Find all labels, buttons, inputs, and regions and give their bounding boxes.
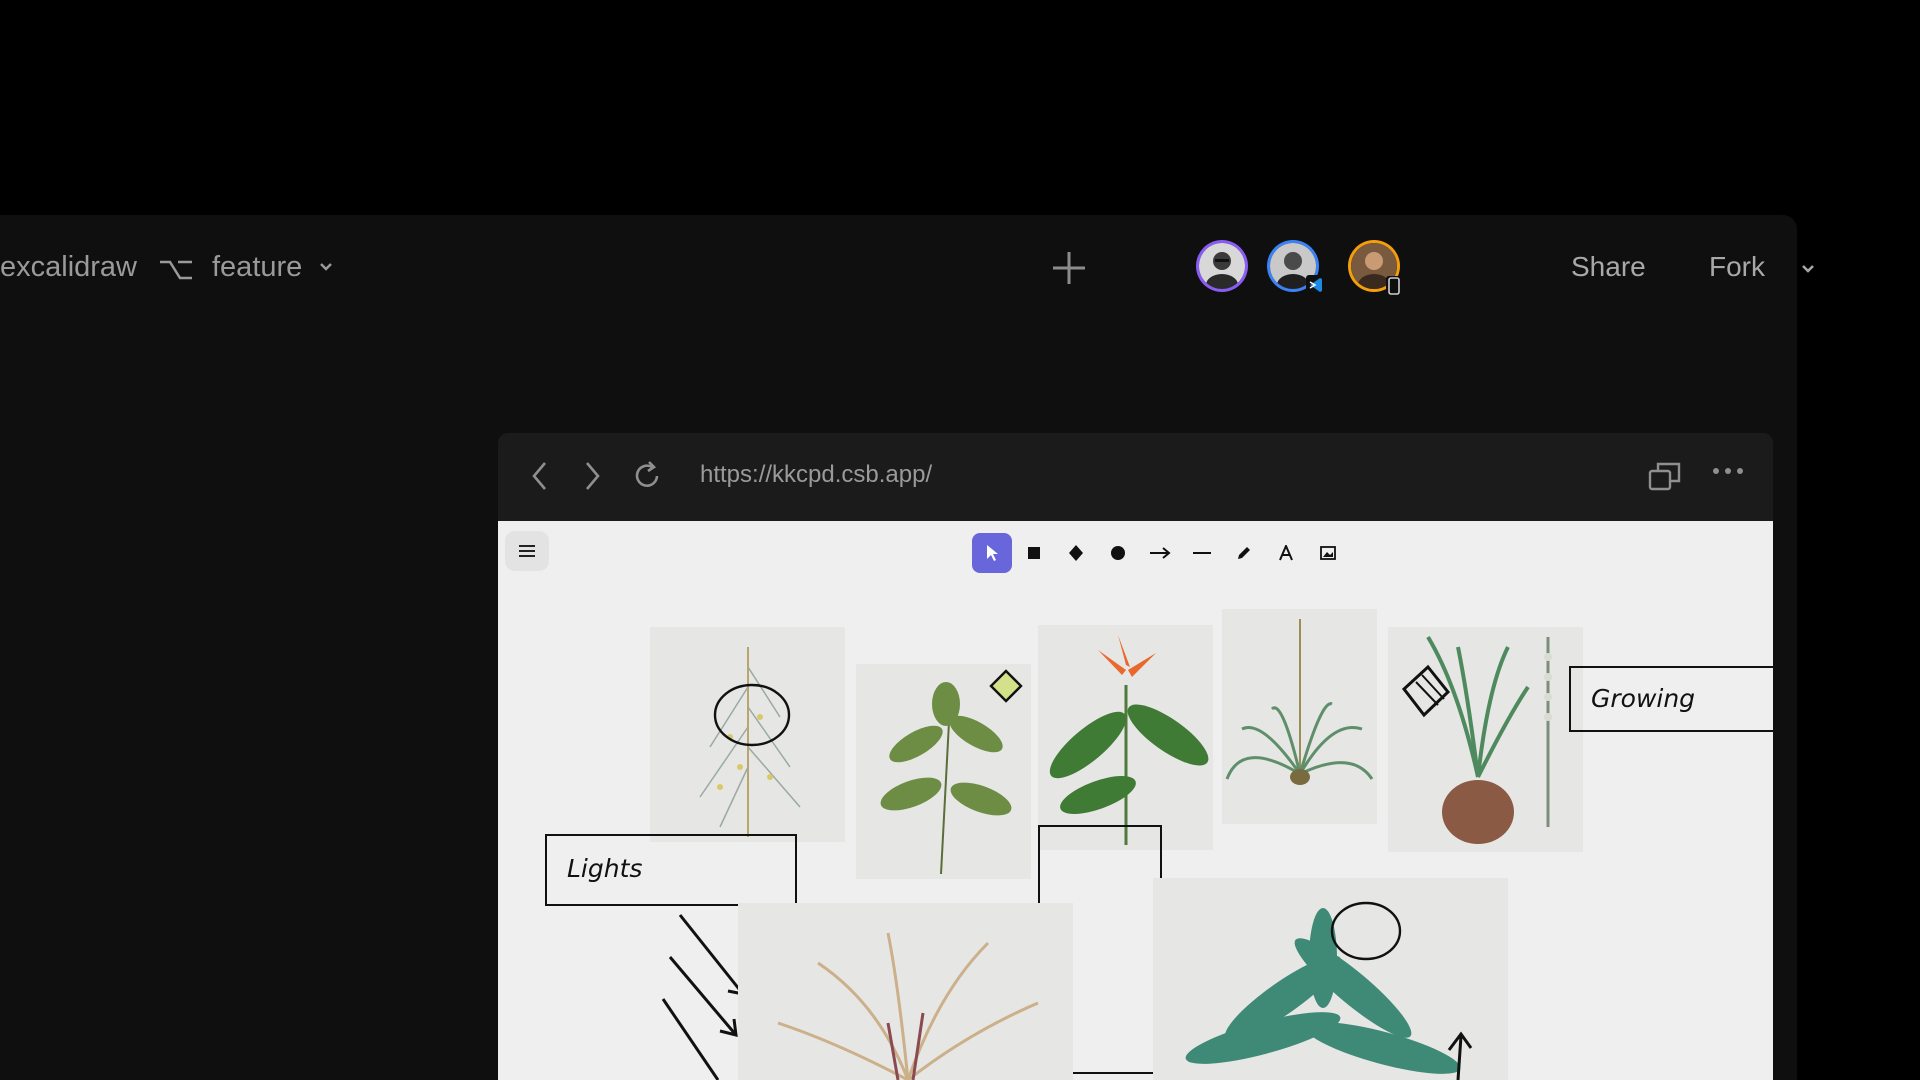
text-tool[interactable] <box>1266 533 1306 573</box>
forward-icon[interactable] <box>580 459 604 493</box>
plant-illustration-3[interactable] <box>1038 625 1213 850</box>
ellipse-tool[interactable] <box>1098 533 1138 573</box>
plus-icon[interactable] <box>1050 249 1088 287</box>
ellipse-icon <box>1111 546 1125 560</box>
avatar-1-image <box>1199 243 1245 289</box>
arrow-icon <box>1150 547 1171 559</box>
avatar-1[interactable] <box>1199 243 1245 289</box>
url-bar: https://kkcpd.csb.app/ <box>498 433 1773 521</box>
url-field[interactable]: https://kkcpd.csb.app/ <box>700 461 932 489</box>
branch-icon <box>160 260 192 280</box>
image-tool[interactable] <box>1308 533 1348 573</box>
chevron-down-icon[interactable] <box>318 261 334 273</box>
top-bar: excalidraw feature Share Fork <box>0 215 1814 325</box>
hamburger-icon <box>519 545 535 557</box>
diamond-tool[interactable] <box>1056 533 1096 573</box>
growing-text: Growing <box>1591 684 1696 713</box>
line-tool[interactable] <box>1182 533 1222 573</box>
repo-name[interactable]: excalidraw <box>0 251 137 284</box>
rectangle-icon <box>1028 547 1040 559</box>
phone-icon <box>1386 276 1402 296</box>
branch-name[interactable]: feature <box>212 251 302 284</box>
reload-icon[interactable] <box>630 459 664 493</box>
diamond-shape[interactable] <box>989 669 1023 703</box>
excalidraw-canvas[interactable]: Growing Lights <box>498 521 1773 1080</box>
line-icon <box>1193 552 1211 554</box>
plant-illustration-4[interactable] <box>1222 609 1377 824</box>
arrow-tool[interactable] <box>1140 533 1180 573</box>
plant-illustration-7[interactable] <box>1153 878 1508 1080</box>
image-icon <box>1320 546 1336 560</box>
pointer-icon <box>987 545 998 561</box>
plant-illustration-6[interactable] <box>738 903 1073 1080</box>
open-window-icon[interactable] <box>1648 460 1682 492</box>
rectangle-tool[interactable] <box>1014 533 1054 573</box>
vscode-icon <box>1306 275 1326 295</box>
more-icon[interactable] <box>1711 465 1745 477</box>
back-icon[interactable] <box>528 459 552 493</box>
draw-tool[interactable] <box>1224 533 1264 573</box>
menu-button[interactable] <box>505 531 549 571</box>
lights-label[interactable]: Lights <box>545 834 797 906</box>
plant-illustration-5[interactable] <box>1388 627 1583 852</box>
tool-bar <box>972 533 1348 573</box>
growing-label[interactable]: Growing <box>1569 666 1773 732</box>
lights-text: Lights <box>567 854 643 883</box>
text-icon <box>1279 545 1293 561</box>
chevron-down-icon[interactable] <box>1800 263 1816 275</box>
selection-tool[interactable] <box>972 533 1012 573</box>
plant-illustration-1[interactable] <box>650 627 845 842</box>
diamond-icon <box>1069 545 1083 561</box>
pencil-icon <box>1238 547 1250 559</box>
preview-browser: https://kkcpd.csb.app/ Growing Lights <box>498 433 1773 1080</box>
share-button[interactable]: Share <box>1571 251 1646 283</box>
fork-button[interactable]: Fork <box>1709 251 1765 283</box>
